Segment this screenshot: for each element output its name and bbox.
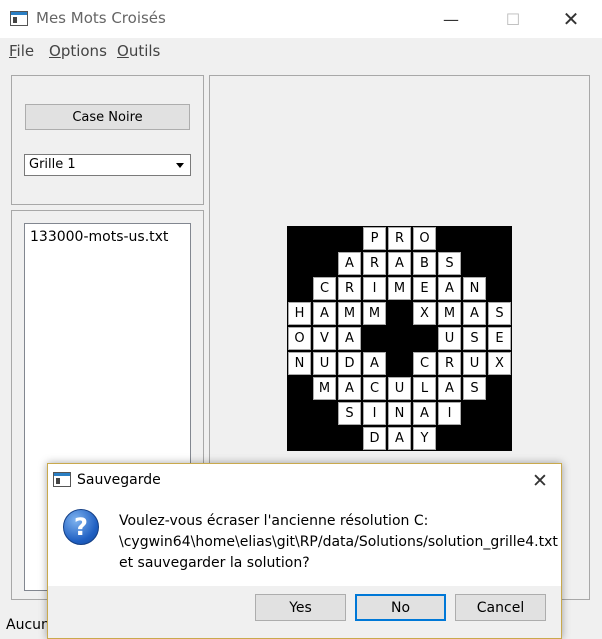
no-button[interactable]: No: [355, 594, 446, 621]
status-text: Aucun: [6, 617, 50, 633]
crossword-grid: PROARABSCRIMEANHAMMXMASOVAUSENUDACRUXMAC…: [287, 226, 512, 451]
crossword-cell[interactable]: U: [313, 352, 336, 375]
crossword-cell[interactable]: S: [438, 252, 461, 275]
crossword-cell[interactable]: O: [413, 227, 436, 250]
app-window-icon: [10, 11, 28, 26]
title-bar: Mes Mots Croisés — ☐ ✕: [0, 0, 602, 38]
crossword-cell[interactable]: N: [288, 352, 311, 375]
crossword-cell[interactable]: C: [413, 352, 436, 375]
maximize-icon: ☐: [505, 9, 521, 29]
dialog-window-icon: [53, 472, 71, 487]
crossword-cell[interactable]: A: [313, 302, 336, 325]
save-dialog: Sauvegarde ✕ ? Voulez-vous écraser l'anc…: [47, 463, 562, 639]
maximize-button[interactable]: ☐: [490, 0, 536, 38]
crossword-cell[interactable]: Y: [413, 427, 436, 450]
yes-button[interactable]: Yes: [255, 594, 346, 621]
window-title: Mes Mots Croisés: [36, 9, 166, 27]
list-item[interactable]: 133000-mots-us.txt: [30, 229, 168, 245]
crossword-cell[interactable]: A: [338, 377, 361, 400]
menu-file[interactable]: File: [9, 42, 34, 60]
crossword-cell[interactable]: C: [313, 277, 336, 300]
crossword-cell[interactable]: A: [338, 252, 361, 275]
crossword-cell[interactable]: A: [388, 427, 411, 450]
crossword-cell[interactable]: I: [363, 277, 386, 300]
crossword-cell[interactable]: S: [488, 302, 511, 325]
dialog-close-button[interactable]: ✕: [522, 468, 558, 494]
dialog-message-line: Voulez-vous écraser l'ancienne résolutio…: [119, 513, 429, 529]
crossword-cell[interactable]: A: [463, 302, 486, 325]
crossword-cell[interactable]: S: [338, 402, 361, 425]
crossword-cell[interactable]: E: [488, 327, 511, 350]
crossword-cell[interactable]: U: [438, 327, 461, 350]
close-button[interactable]: ✕: [548, 0, 594, 38]
crossword-cell[interactable]: M: [313, 377, 336, 400]
crossword-cell[interactable]: X: [488, 352, 511, 375]
crossword-cell[interactable]: H: [288, 302, 311, 325]
dialog-message-line: \cygwin64\home\elias\git\RP/data/Solutio…: [119, 534, 558, 550]
crossword-cell[interactable]: U: [463, 352, 486, 375]
close-icon: ✕: [532, 470, 548, 492]
crossword-cell[interactable]: N: [463, 277, 486, 300]
crossword-cell[interactable]: N: [388, 402, 411, 425]
crossword-cell[interactable]: R: [438, 352, 461, 375]
crossword-cell[interactable]: D: [363, 427, 386, 450]
crossword-cell[interactable]: M: [438, 302, 461, 325]
crossword-cell[interactable]: A: [413, 402, 436, 425]
crossword-cell[interactable]: D: [338, 352, 361, 375]
controls-panel: [11, 75, 204, 205]
crossword-cell[interactable]: M: [363, 302, 386, 325]
crossword-cell[interactable]: R: [388, 227, 411, 250]
close-icon: ✕: [562, 7, 580, 31]
dialog-message-line: et sauvegarder la solution?: [119, 555, 310, 571]
crossword-cell[interactable]: B: [413, 252, 436, 275]
crossword-cell[interactable]: C: [363, 377, 386, 400]
question-icon: ?: [63, 509, 99, 545]
crossword-cell[interactable]: R: [363, 252, 386, 275]
crossword-cell[interactable]: X: [413, 302, 436, 325]
menu-outils[interactable]: Outils: [117, 42, 160, 60]
crossword-cell[interactable]: A: [363, 352, 386, 375]
minimize-icon: —: [443, 9, 459, 29]
crossword-cell[interactable]: R: [338, 277, 361, 300]
grid-select-value: Grille 1: [29, 157, 76, 172]
crossword-cell[interactable]: S: [463, 327, 486, 350]
crossword-cell[interactable]: O: [288, 327, 311, 350]
dialog-button-bar: Yes No Cancel: [48, 586, 561, 638]
crossword-cell[interactable]: A: [338, 327, 361, 350]
dialog-title: Sauvegarde: [77, 472, 161, 488]
black-cell-button[interactable]: Case Noire: [25, 104, 190, 130]
crossword-cell[interactable]: S: [463, 377, 486, 400]
crossword-cell[interactable]: M: [338, 302, 361, 325]
crossword-cell[interactable]: L: [413, 377, 436, 400]
crossword-cell[interactable]: M: [388, 277, 411, 300]
crossword-cell[interactable]: A: [438, 277, 461, 300]
crossword-cell[interactable]: I: [438, 402, 461, 425]
cancel-button[interactable]: Cancel: [455, 594, 546, 621]
crossword-cell[interactable]: U: [388, 377, 411, 400]
crossword-cell[interactable]: A: [438, 377, 461, 400]
menu-options[interactable]: Options: [49, 42, 107, 60]
crossword-cell[interactable]: V: [313, 327, 336, 350]
crossword-cell[interactable]: E: [413, 277, 436, 300]
minimize-button[interactable]: —: [428, 0, 474, 38]
grid-select[interactable]: Grille 1: [24, 154, 191, 176]
menu-bar: File Options Outils: [0, 38, 602, 64]
crossword-cell[interactable]: I: [363, 402, 386, 425]
crossword-cell[interactable]: A: [388, 252, 411, 275]
chevron-down-icon: [176, 163, 184, 168]
crossword-cell[interactable]: P: [363, 227, 386, 250]
